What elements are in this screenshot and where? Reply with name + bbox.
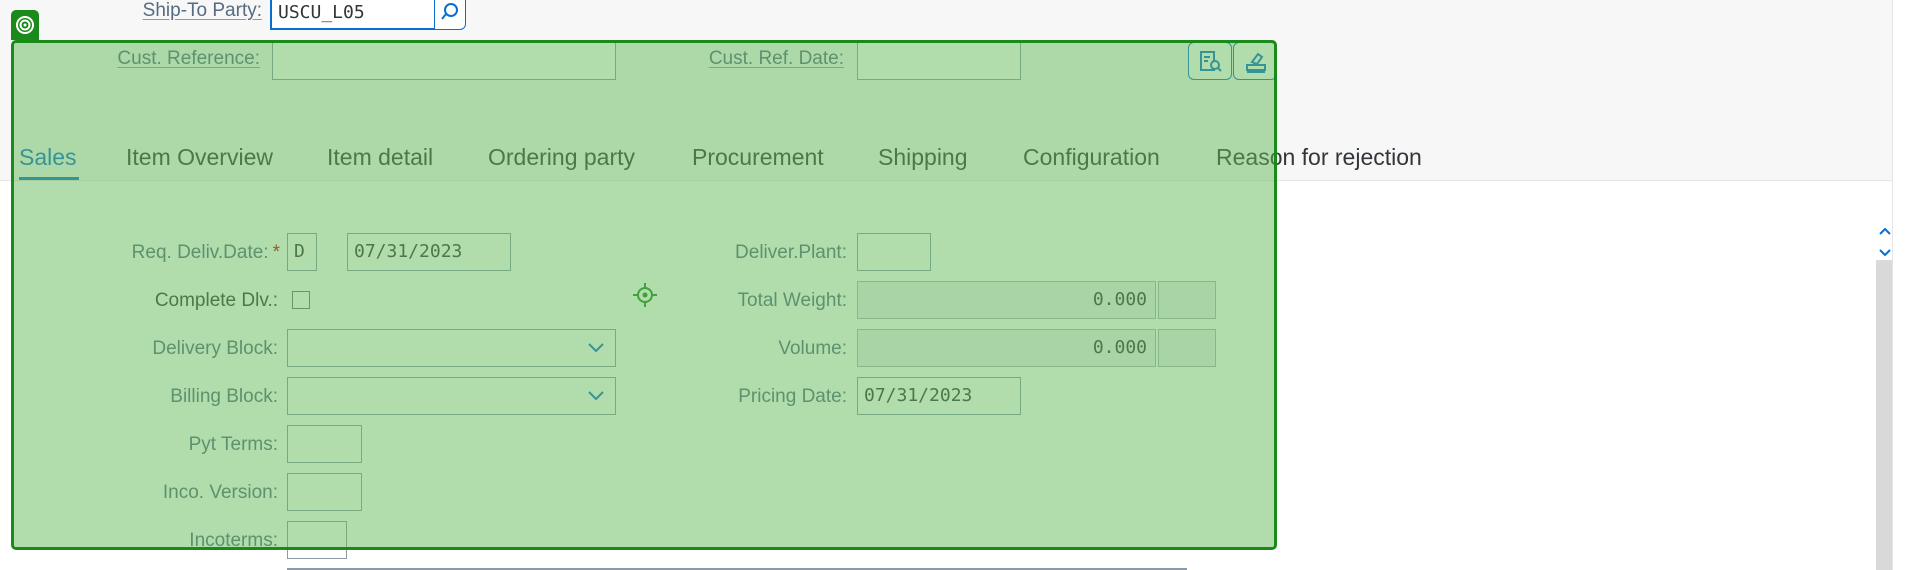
complete-dlv-checkbox[interactable] — [292, 291, 310, 309]
incoterms-label: Incoterms: — [189, 530, 278, 551]
target-icon — [16, 16, 34, 34]
total-weight-unit — [1158, 281, 1216, 319]
tab-item-overview[interactable]: Item Overview — [126, 144, 273, 171]
chevron-down-icon — [588, 343, 604, 353]
tab-configuration[interactable]: Configuration — [1023, 144, 1160, 171]
delivery-block-select[interactable] — [287, 329, 616, 367]
clear-entries-icon — [1246, 52, 1266, 73]
req-deliv-date-type-input[interactable]: D — [287, 233, 317, 271]
pyt-terms-input[interactable] — [287, 425, 362, 463]
cust-ref-date-input[interactable] — [857, 42, 1021, 80]
cust-reference-input[interactable] — [272, 42, 616, 80]
billing-block-label: Billing Block: — [170, 386, 278, 407]
tab-sales[interactable]: Sales — [19, 144, 77, 171]
billing-block-select[interactable] — [287, 377, 616, 415]
tab-item-detail[interactable]: Item detail — [327, 144, 433, 171]
tab-selected-indicator — [19, 177, 79, 180]
required-marker: * — [272, 242, 280, 263]
display-document-button[interactable] — [1188, 42, 1232, 80]
document-search-icon — [1200, 51, 1222, 72]
tab-shipping[interactable]: Shipping — [878, 144, 968, 171]
tab-reason-for-rejection[interactable]: Reason for rejection — [1216, 144, 1422, 171]
volume-label: Volume: — [778, 338, 847, 359]
tab-ordering-party[interactable]: Ordering party — [488, 144, 635, 171]
inco-version-input[interactable] — [287, 473, 362, 511]
pricing-date-input[interactable]: 07/31/2023 — [857, 377, 1021, 415]
clear-button[interactable] — [1233, 42, 1277, 80]
incoterms-input[interactable] — [287, 521, 347, 559]
ship-to-search-button[interactable] — [434, 0, 466, 30]
total-weight-value: 0.000 — [857, 281, 1156, 319]
overlay-tag — [11, 10, 39, 40]
req-deliv-date-label: Req. Deliv.Date: * — [131, 242, 280, 263]
cust-ref-date-label: Cust. Ref. Date: — [708, 48, 844, 69]
page-scroll-track[interactable] — [1892, 0, 1920, 570]
pyt-terms-label: Pyt Terms: — [188, 434, 278, 455]
tab-procurement[interactable]: Procurement — [692, 144, 824, 171]
content-scrollbar[interactable] — [1876, 260, 1892, 570]
scroll-arrows-icon[interactable] — [1878, 225, 1892, 264]
delivery-block-label: Delivery Block: — [152, 338, 278, 359]
inco-version-label: Inco. Version: — [162, 482, 278, 503]
ship-to-party-label: Ship-To Party: — [142, 0, 262, 21]
complete-dlv-label: Complete Dlv.: — [154, 290, 278, 311]
volume-value: 0.000 — [857, 329, 1156, 367]
deliver-plant-input[interactable] — [857, 233, 931, 271]
req-deliv-date-input[interactable]: 07/31/2023 — [347, 233, 511, 271]
pricing-date-label: Pricing Date: — [738, 386, 847, 407]
total-weight-label: Total Weight: — [737, 290, 847, 311]
chevron-down-icon — [588, 391, 604, 401]
ship-to-party-input[interactable]: USCU_L05 — [270, 0, 438, 30]
volume-unit — [1158, 329, 1216, 367]
search-icon — [441, 3, 458, 20]
cust-reference-label: Cust. Reference: — [117, 48, 260, 69]
deliver-plant-label: Deliver.Plant: — [735, 242, 847, 263]
